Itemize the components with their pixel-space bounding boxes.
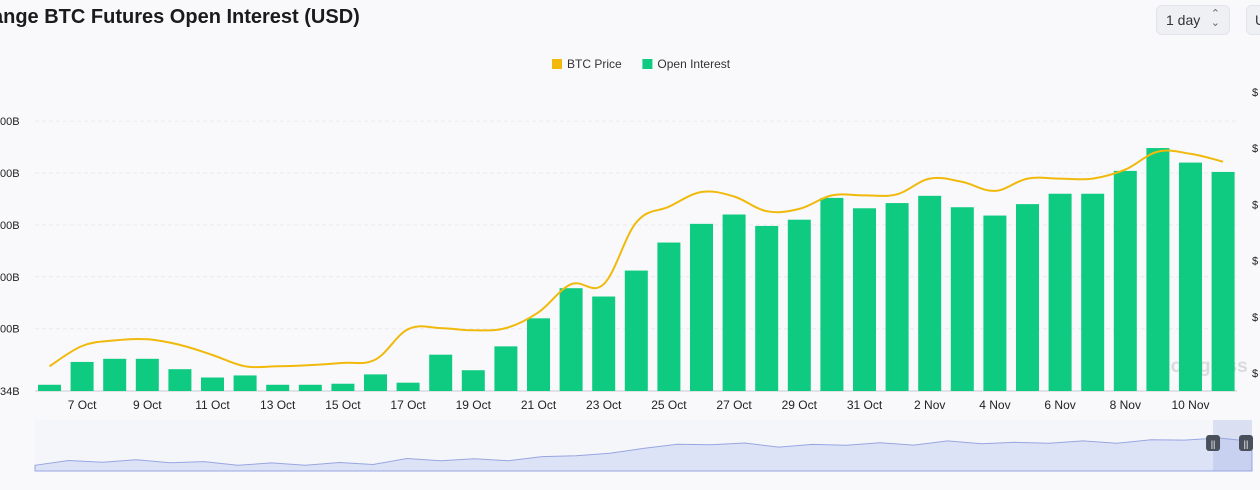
open-interest-bar [1113,170,1137,391]
open-interest-bar [527,318,550,391]
x-tick-label: 31 Oct [847,398,883,412]
navigator-handle-right[interactable]: || [1239,435,1253,451]
x-tick-label: 23 Oct [586,398,622,412]
y-right-tick-label: $ [1252,256,1258,268]
grip-icon: || [1244,439,1249,449]
x-tick-label: 25 Oct [651,398,687,412]
x-tick-label: 11 Oct [195,398,230,412]
open-interest-bar [1081,193,1105,391]
open-interest-bar [494,346,518,391]
y-right-tick-label: $ [1252,368,1258,380]
open-interest-bar [787,219,811,391]
open-interest-bar [201,377,224,391]
x-tick-label: 19 Oct [456,398,492,412]
open-interest-bar [70,361,94,391]
x-tick-label: 2 Nov [914,398,945,412]
y-tick-label: 00B [0,168,20,180]
y-tick-label: 00B [0,272,20,284]
open-interest-bar [820,197,844,391]
open-interest-bar [559,288,583,391]
open-interest-bar [918,195,942,391]
open-interest-bar [983,215,1007,391]
y-tick-label: 34B [0,386,20,398]
open-interest-bar [1211,171,1235,391]
x-tick-label: 13 Oct [260,398,296,412]
open-interest-bar [429,354,453,391]
open-interest-bar [331,383,355,391]
x-tick-label: 21 Oct [521,398,557,412]
open-interest-bar [233,375,257,391]
y-right-tick-label: $ [1252,87,1258,99]
open-interest-bar [38,384,61,391]
legend-item-label[interactable]: BTC Price [567,57,622,71]
legend-swatch [552,59,562,69]
y-right-tick-label: $ [1252,143,1258,155]
y-right-tick-label: $ [1252,312,1258,324]
open-interest-bar [168,369,192,391]
open-interest-bar [1146,148,1170,391]
y-axis-left-labels: 34B 00B 00B 00B 00B 00B [0,116,20,398]
open-interest-bar [298,384,322,391]
open-interest-bar [135,358,159,391]
x-tick-label: 8 Nov [1110,398,1141,412]
y-tick-label: 00B [0,116,20,128]
open-interest-bar [950,207,974,391]
x-tick-label: 7 Oct [68,398,97,412]
open-interest-bar [461,370,485,391]
open-interest-bar [722,214,746,391]
range-navigator[interactable]: || || [34,420,1253,472]
x-tick-label: 29 Oct [782,398,818,412]
x-tick-label: 27 Oct [716,398,752,412]
y-tick-label: 00B [0,220,20,232]
open-interest-bar [103,358,127,391]
x-axis-labels: 7 Oct 9 Oct 11 Oct 13 Oct 15 Oct 17 Oct 19 Oct… [68,398,1210,412]
navigator-handle-left[interactable]: || [1206,435,1221,451]
open-interest-bar [755,225,779,391]
chart-canvas: BTC Price Open Interest coinglass 34B00B0… [0,57,1258,472]
x-tick-label: 6 Nov [1044,398,1075,412]
open-interest-bar [364,374,387,391]
open-interest-bar [592,296,616,391]
open-interest-bar [657,242,681,391]
legend-item-label[interactable]: Open Interest [657,57,730,71]
legend-swatch [642,59,653,69]
y-axis-right-labels: $ $ $ $ $ $ [1252,87,1258,380]
open-interest-bar [266,384,290,391]
open-interest-bar [1016,204,1039,391]
grip-icon: || [1211,439,1216,449]
x-tick-label: 10 Nov [1171,398,1209,412]
open-interest-bar [853,208,876,391]
x-tick-label: 9 Oct [133,398,162,412]
chart-legend[interactable]: BTC Price Open Interest [552,57,731,71]
open-interest-bar [1179,162,1202,391]
x-tick-label: 17 Oct [390,398,426,412]
open-interest-bar [1048,193,1072,391]
open-interest-bar [885,203,909,391]
open-interest-bars [38,148,1235,391]
open-interest-bar [396,382,420,391]
open-interest-bar [690,223,713,391]
y-right-tick-label: $ [1252,199,1258,211]
x-tick-label: 15 Oct [325,398,361,412]
x-tick-label: 4 Nov [979,398,1010,412]
y-tick-label: 00B [0,324,20,336]
open-interest-bar [624,270,648,391]
